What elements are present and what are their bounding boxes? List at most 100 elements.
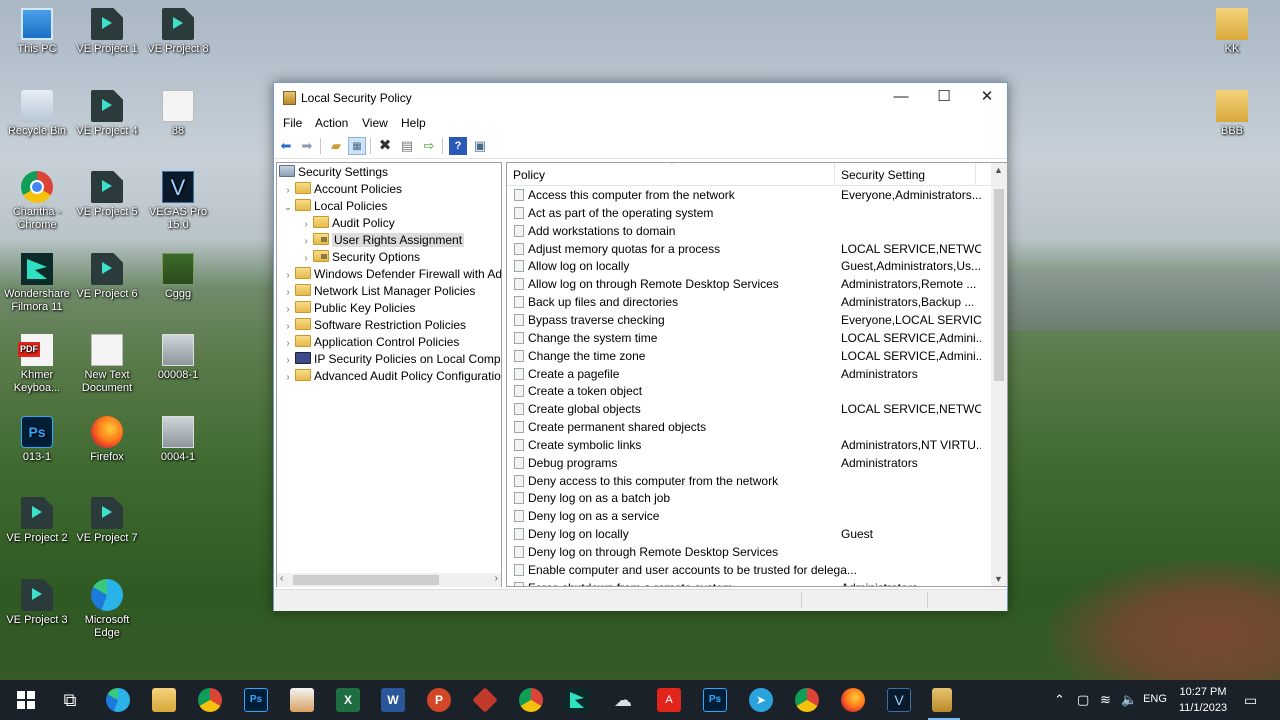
policy-row[interactable]: Change the system time LOCAL SERVICE,Admi…	[507, 329, 993, 347]
clock-time[interactable]: 10:27 PM	[1172, 686, 1234, 698]
scrollbar-thumb[interactable]	[293, 575, 439, 585]
notifications-icon[interactable]: ▭	[1244, 692, 1257, 709]
wifi-icon[interactable]: ≋	[1100, 692, 1111, 708]
tree-item-windows-defender-firewall[interactable]: › Windows Defender Firewall with Adva	[281, 266, 501, 284]
chevron-right-icon[interactable]: ›	[281, 335, 295, 352]
tree-item-account-policies[interactable]: › Account Policies	[281, 181, 402, 198]
desktop-icon-cggg[interactable]: Cggg	[142, 253, 214, 301]
chevron-right-icon[interactable]: ›	[299, 233, 313, 250]
chevron-right-icon[interactable]: ›	[281, 267, 295, 284]
tree-item-public-key-policies[interactable]: › Public Key Policies	[281, 300, 415, 317]
policy-row[interactable]: Allow log on through Remote Desktop Serv…	[507, 275, 993, 293]
title-bar[interactable]: Local Security Policy — ☐ ✕	[274, 83, 1007, 113]
tree-item-security-options[interactable]: › Security Options	[299, 249, 420, 266]
firefox-icon[interactable]	[841, 688, 865, 712]
desktop-icon-ve-project-1[interactable]: VE Project 1	[71, 8, 143, 56]
tree-item-user-rights-assignment[interactable]: › User Rights Assignment	[299, 232, 465, 250]
maximize-button[interactable]: ☐	[922, 83, 966, 113]
column-divider[interactable]	[834, 163, 835, 185]
excel-icon[interactable]: X	[336, 688, 360, 712]
vegas-icon[interactable]: V	[887, 688, 911, 712]
forward-icon[interactable]: ➡	[298, 137, 316, 155]
desktop-icon-new-text-document[interactable]: New Text Document	[71, 334, 143, 395]
local-security-policy-icon[interactable]	[928, 688, 960, 720]
policy-row[interactable]: Add workstations to domain	[507, 222, 993, 240]
tree-item-ip-security[interactable]: › IP Security Policies on Local Compute	[281, 351, 501, 368]
policy-row[interactable]: Create symbolic links Administrators,NT V…	[507, 436, 993, 454]
policy-row[interactable]: Bypass traverse checking Everyone,LOCAL S…	[507, 311, 993, 329]
policy-row[interactable]: Deny log on through Remote Desktop Servi…	[507, 543, 993, 561]
desktop-icon-bbb[interactable]: BBB	[1196, 90, 1268, 138]
desktop-icon-ve-project-3[interactable]: VE Project 3	[1, 579, 73, 627]
policy-row[interactable]: Create global objects LOCAL SERVICE,NETWO…	[507, 400, 993, 418]
menu-view[interactable]: View	[362, 116, 388, 130]
menu-file[interactable]: File	[283, 116, 302, 130]
column-divider[interactable]	[975, 163, 976, 185]
policy-row[interactable]: Change the time zone LOCAL SERVICE,Admini…	[507, 347, 993, 365]
chevron-right-icon[interactable]: ›	[299, 250, 313, 267]
acrobat-icon[interactable]: A	[657, 688, 681, 712]
policy-row[interactable]: Access this computer from the network Eve…	[507, 186, 993, 204]
up-folder-icon[interactable]: ▰	[327, 137, 345, 155]
desktop-icon-ve-project-4[interactable]: VE Project 4	[71, 90, 143, 138]
desktop-icon-chrome[interactable]: Chantha - Chrome	[1, 171, 73, 232]
scroll-left-icon[interactable]: ‹	[280, 573, 283, 584]
tree-item-network-list-manager[interactable]: › Network List Manager Policies	[281, 283, 475, 300]
word-icon[interactable]: W	[381, 688, 405, 712]
photoshop-icon[interactable]: Ps	[703, 688, 727, 712]
powerpoint-icon[interactable]: P	[427, 688, 451, 712]
desktop-icon-edge[interactable]: Microsoft Edge	[71, 579, 143, 640]
chevron-right-icon[interactable]: ›	[281, 284, 295, 301]
clock-date[interactable]: 11/1/2023	[1172, 702, 1234, 714]
device-icon[interactable]: ▢	[1077, 692, 1089, 708]
tree-horizontal-scrollbar[interactable]: ‹ ›	[277, 573, 501, 587]
column-header-security-setting[interactable]: Security Setting	[841, 168, 925, 182]
chrome-icon[interactable]	[198, 688, 222, 712]
chevron-right-icon[interactable]: ›	[281, 369, 295, 386]
tree-item-security-settings[interactable]: Security Settings	[279, 164, 388, 181]
scroll-down-icon[interactable]: ▼	[994, 574, 1003, 584]
policy-row[interactable]: Deny log on locally Guest	[507, 525, 993, 543]
edge-icon[interactable]	[106, 688, 130, 712]
desktop-icon-88[interactable]: 88	[142, 90, 214, 138]
telegram-icon[interactable]: ➤	[749, 688, 773, 712]
desktop-icon-recycle-bin[interactable]: Recycle Bin	[1, 90, 73, 138]
app-icon[interactable]	[472, 687, 498, 713]
console-icon[interactable]: ▣	[471, 137, 489, 155]
task-view-icon[interactable]: ⧉	[58, 688, 82, 712]
chrome-icon[interactable]	[795, 688, 819, 712]
tree-item-advanced-audit[interactable]: › Advanced Audit Policy Configuration	[281, 368, 501, 386]
policy-row[interactable]: Enable computer and user accounts to be …	[507, 561, 993, 579]
policy-row[interactable]: Create a token object	[507, 382, 993, 400]
chevron-right-icon[interactable]: ›	[281, 301, 295, 318]
menu-help[interactable]: Help	[401, 116, 426, 130]
start-icon[interactable]	[14, 688, 38, 712]
desktop-icon-kk[interactable]: KK	[1196, 8, 1268, 56]
desktop-icon-0004-1[interactable]: 0004-1	[142, 416, 214, 464]
tree-item-application-control[interactable]: › Application Control Policies	[281, 334, 459, 351]
show-hidden-icons-icon[interactable]: ⌃	[1054, 692, 1065, 708]
desktop-icon-ve-project-6[interactable]: VE Project 6	[71, 253, 143, 301]
close-button[interactable]: ✕	[965, 83, 1009, 113]
policy-row[interactable]: Allow log on locally Guest,Administrators…	[507, 257, 993, 275]
filmora-icon[interactable]	[565, 688, 589, 712]
scrollbar-thumb[interactable]	[994, 189, 1004, 381]
scroll-up-icon[interactable]: ▲	[994, 165, 1003, 175]
delete-icon[interactable]: ✖	[376, 137, 394, 155]
policy-row[interactable]: Adjust memory quotas for a process LOCAL …	[507, 240, 993, 258]
desktop-icon-vegas[interactable]: V VEGAS Pro 15.0	[142, 171, 214, 232]
show-hide-tree-icon[interactable]: ▦	[348, 137, 366, 155]
photo-app-icon[interactable]	[290, 688, 314, 712]
desktop-icon-013-1[interactable]: Ps 013-1	[1, 416, 73, 464]
desktop-icon-firefox[interactable]: Firefox	[71, 416, 143, 464]
policy-row[interactable]: Debug programs Administrators	[507, 454, 993, 472]
chevron-right-icon[interactable]: ›	[281, 318, 295, 335]
tree-item-software-restriction[interactable]: › Software Restriction Policies	[281, 317, 466, 334]
scroll-right-icon[interactable]: ›	[495, 573, 498, 584]
policy-row[interactable]: Create a pagefile Administrators	[507, 365, 993, 383]
desktop-icon-ve-project-8[interactable]: VE Project 8	[142, 8, 214, 56]
back-icon[interactable]: ⬅	[277, 137, 295, 155]
policy-row[interactable]: Deny access to this computer from the ne…	[507, 472, 993, 490]
desktop-icon-ve-project-5[interactable]: VE Project 5	[71, 171, 143, 219]
chrome-icon[interactable]	[519, 688, 543, 712]
